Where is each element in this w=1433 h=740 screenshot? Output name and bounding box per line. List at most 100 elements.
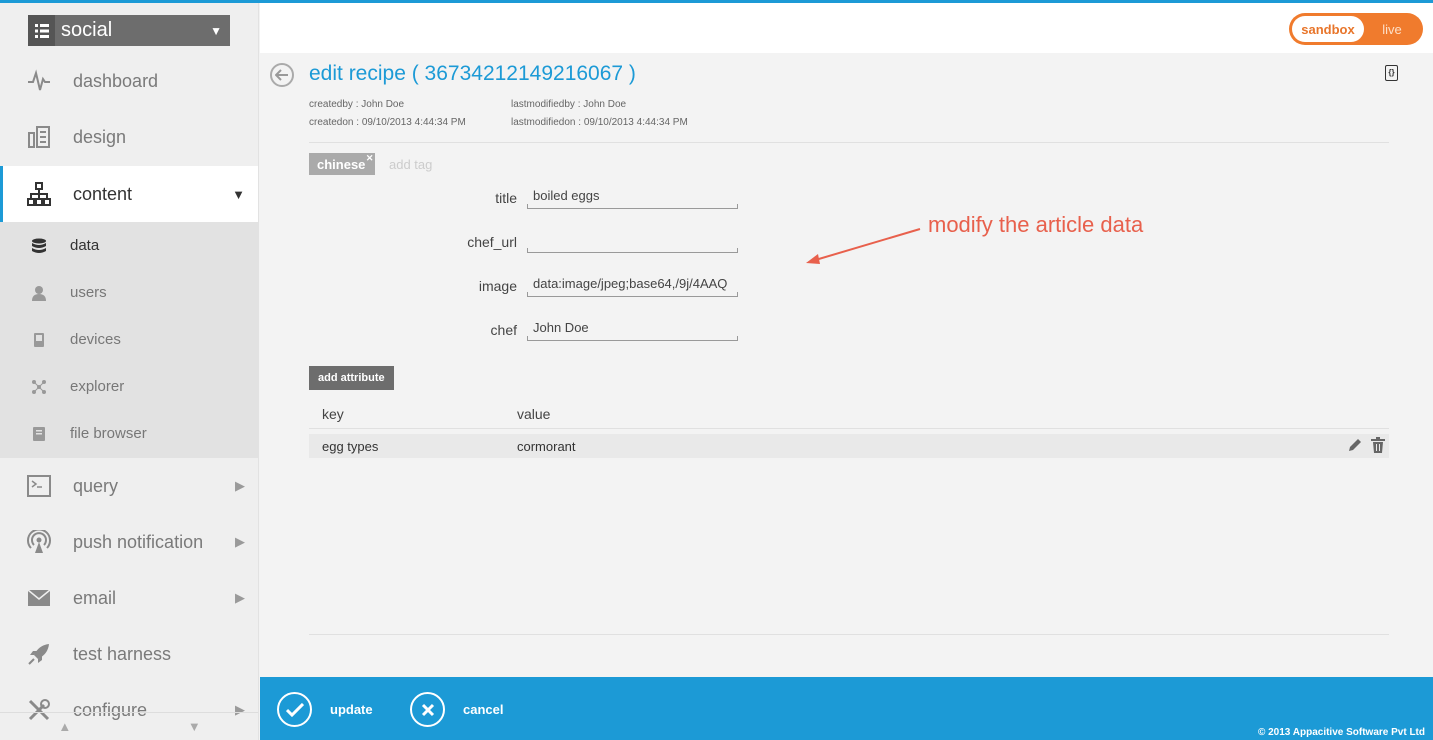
meta-createdon: createdon : 09/10/2013 4:44:34 PM <box>309 117 466 128</box>
meta-lastmodifiedby: lastmodifiedby : John Doe <box>511 99 627 110</box>
title-input[interactable] <box>527 183 738 209</box>
content-subnav: data users devices explorer file browser <box>0 222 258 458</box>
database-icon <box>30 237 48 255</box>
app-selector[interactable]: social ▼ <box>28 15 230 46</box>
divider <box>309 634 1389 635</box>
page-title: edit recipe ( 36734212149216067 ) <box>309 62 636 85</box>
nav-label: push notification <box>73 531 204 552</box>
cancel-button[interactable]: cancel <box>410 692 503 727</box>
cell-key: egg types <box>322 438 379 454</box>
app-name: social <box>61 19 113 41</box>
nav-label: query <box>73 475 119 496</box>
cell-value: cormorant <box>517 438 576 454</box>
sitemap-icon <box>26 181 52 207</box>
sidebar: social ▼ dashboard design content ▼ data <box>0 3 259 740</box>
nav-item-push-notification[interactable]: push notification ▶ <box>0 514 258 570</box>
field-row-chef-url: chef_url <box>260 227 760 257</box>
nav-label: dashboard <box>73 70 159 91</box>
top-header: sandbox live <box>260 3 1433 53</box>
chevron-down-icon: ▼ <box>210 23 222 38</box>
nav-label: design <box>73 126 127 147</box>
nav-item-design[interactable]: design <box>0 109 258 165</box>
annotation-arrow <box>806 228 921 264</box>
field-label: chef_url <box>467 234 517 250</box>
sub-item-label: data <box>70 237 100 254</box>
header-key: key <box>322 405 344 422</box>
header-value: value <box>517 405 551 422</box>
cancel-label: cancel <box>463 702 504 717</box>
meta-createdby: createdby : John Doe <box>309 99 405 110</box>
close-icon <box>410 692 445 727</box>
sub-item-label: file browser <box>70 425 147 442</box>
add-attribute-button[interactable]: add attribute <box>309 366 394 390</box>
broadcast-icon <box>26 529 52 555</box>
image-input[interactable] <box>527 271 738 297</box>
update-label: update <box>330 702 373 717</box>
table-row: egg types cormorant <box>309 434 1389 458</box>
sub-item-devices[interactable]: devices <box>0 316 258 363</box>
graph-icon <box>30 378 48 396</box>
copyright: © 2013 Appacitive Software Pvt Ltd <box>1257 727 1425 738</box>
nav-label: content <box>73 183 133 204</box>
action-footer: update cancel © 2013 Appacitive Software… <box>260 677 1433 740</box>
sub-item-label: devices <box>70 331 121 348</box>
back-arrow-icon[interactable] <box>270 63 294 87</box>
nav-item-query[interactable]: query ▶ <box>0 458 258 514</box>
close-icon[interactable]: ✕ <box>366 153 374 164</box>
main-content: edit recipe ( 36734212149216067 ) {} cre… <box>260 53 1433 677</box>
tag-chip[interactable]: chinese ✕ <box>309 153 376 175</box>
field-row-image: image <box>260 271 760 301</box>
pencil-icon[interactable] <box>1347 437 1363 456</box>
nav-label: test harness <box>73 643 172 664</box>
table-header: key value <box>309 399 1389 429</box>
meta-lastmodifiedon: lastmodifiedon : 09/10/2013 4:44:34 PM <box>511 117 688 128</box>
list-icon <box>28 15 55 46</box>
field-label: chef <box>490 322 517 338</box>
trash-icon[interactable] <box>1371 437 1385 456</box>
terminal-icon <box>26 473 52 499</box>
sub-item-data[interactable]: data <box>0 222 258 269</box>
update-button[interactable]: update <box>277 692 373 727</box>
divider <box>309 142 1389 143</box>
pulse-icon <box>26 68 52 94</box>
sub-item-label: explorer <box>70 378 125 395</box>
nav-item-email[interactable]: email ▶ <box>0 570 258 626</box>
env-sandbox[interactable]: sandbox <box>1292 16 1364 42</box>
user-icon <box>30 284 48 302</box>
json-view-icon[interactable]: {} <box>1385 65 1398 81</box>
environment-toggle[interactable]: sandbox live <box>1289 13 1423 45</box>
envelope-icon <box>26 585 52 611</box>
field-row-title: title <box>260 183 760 213</box>
chevron-right-icon: ▶ <box>235 534 245 549</box>
chevron-down-icon: ▼ <box>232 186 245 202</box>
scroll-down-icon[interactable]: ▼ <box>130 713 259 740</box>
chevron-right-icon: ▶ <box>235 478 245 493</box>
sidebar-scroll: ▲ ▼ <box>0 712 259 740</box>
attributes-table: key value egg types cormorant <box>309 399 1389 458</box>
scroll-up-icon[interactable]: ▲ <box>0 713 130 740</box>
chef-input[interactable] <box>527 315 738 341</box>
row-actions <box>1347 437 1385 456</box>
nav-item-content[interactable]: content ▼ <box>0 166 258 222</box>
device-icon <box>30 331 48 349</box>
chef-url-input[interactable] <box>527 227 738 253</box>
tag-label: chinese <box>317 156 366 172</box>
chevron-right-icon: ▶ <box>235 590 245 605</box>
nav-item-dashboard[interactable]: dashboard <box>0 53 258 109</box>
rocket-icon <box>26 641 52 667</box>
sub-item-file-browser[interactable]: file browser <box>0 410 258 457</box>
nav-item-test-harness[interactable]: test harness <box>0 626 258 682</box>
design-icon <box>26 124 52 150</box>
sub-item-users[interactable]: users <box>0 269 258 316</box>
field-row-chef: chef <box>260 315 760 345</box>
field-label: image <box>478 278 517 294</box>
file-icon <box>30 425 48 443</box>
env-live[interactable]: live <box>1364 22 1420 37</box>
sub-item-label: users <box>70 284 107 301</box>
annotation-text: modify the article data <box>928 212 1144 237</box>
add-tag-input[interactable]: add tag <box>389 157 432 172</box>
field-label: title <box>495 190 517 206</box>
sub-item-explorer[interactable]: explorer <box>0 363 258 410</box>
checkmark-icon <box>277 692 312 727</box>
nav-label: email <box>73 587 117 608</box>
